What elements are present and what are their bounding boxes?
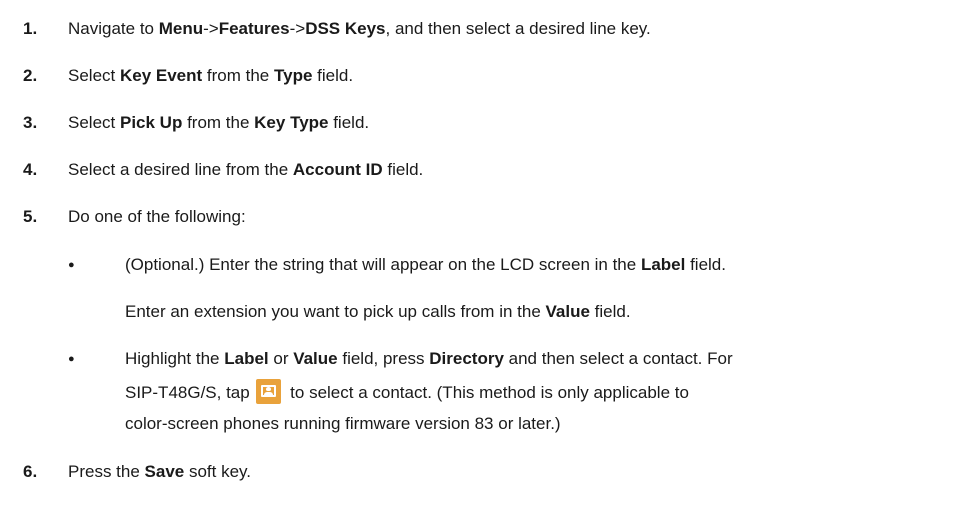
- text-run: and then select a contact. For: [503, 349, 733, 368]
- bullet-text-line: color-screen phones running firmware ver…: [125, 414, 561, 433]
- bold-term: Directory: [429, 349, 504, 368]
- bold-term: Label: [640, 255, 686, 274]
- path-separator: ->: [289, 19, 306, 38]
- bold-term: Value: [545, 302, 590, 321]
- step-number: 4.: [23, 160, 38, 179]
- path-separator: ->: [203, 19, 219, 38]
- text-run: Select: [68, 113, 120, 132]
- bullet-text-line: SIP-T48G/S, tap to select a contact. (Th…: [125, 379, 689, 405]
- text-run: from the: [202, 66, 274, 85]
- bold-term: Save: [144, 462, 185, 481]
- bullet-dot-icon: ●: [68, 353, 75, 365]
- menu-path-menu: Menu: [158, 19, 204, 38]
- text-run: or: [268, 349, 294, 368]
- menu-path-features: Features: [218, 19, 290, 38]
- bullet-text-line: (Optional.) Enter the string that will a…: [125, 253, 726, 277]
- bold-term: Type: [274, 66, 313, 85]
- step-text: Press the Save soft key.: [68, 460, 251, 484]
- document-page: 1. Navigate to Menu->Features->DSS Keys,…: [0, 0, 979, 520]
- menu-path-dss-keys: DSS Keys: [305, 19, 386, 38]
- text-run: to select a contact. (This method is onl…: [285, 383, 689, 402]
- text-run: Press the: [68, 462, 145, 481]
- bullet-text-line: Highlight the Label or Value field, pres…: [125, 347, 733, 371]
- step-number: 3.: [23, 113, 38, 132]
- text-run: Highlight the: [125, 349, 225, 368]
- step-text: Navigate to Menu->Features->DSS Keys, an…: [68, 17, 651, 41]
- bullet-text-line: Enter an extension you want to pick up c…: [125, 300, 631, 324]
- step-number: 2.: [23, 66, 38, 85]
- step-text: Do one of the following:: [68, 207, 246, 226]
- step-text: Select Key Event from the Type field.: [68, 64, 353, 88]
- bold-term: Key Type: [254, 113, 329, 132]
- bullet-dot-icon: ●: [68, 259, 75, 271]
- step-number: 5.: [23, 207, 38, 226]
- text-run: field.: [382, 160, 424, 179]
- step-number: 1.: [23, 19, 38, 38]
- step-number: 6.: [23, 462, 38, 481]
- step-text: Select a desired line from the Account I…: [68, 158, 423, 182]
- text-run: field, press: [337, 349, 430, 368]
- text-run: Enter an extension you want to pick up c…: [125, 302, 546, 321]
- text-run: Select: [68, 66, 120, 85]
- text-run: , and then select a desired line key.: [385, 19, 651, 38]
- bold-term: Value: [293, 349, 338, 368]
- text-run: field.: [589, 302, 631, 321]
- text-run: Navigate to: [68, 19, 159, 38]
- bold-term: Label: [224, 349, 269, 368]
- text-run: soft key.: [184, 462, 252, 481]
- text-run: from the: [182, 113, 255, 132]
- text-run: (Optional.) Enter the string that will a…: [125, 255, 641, 274]
- text-run: SIP-T48G/S, tap: [125, 383, 255, 402]
- bold-term: Pick Up: [119, 113, 183, 132]
- text-run: Select a desired line from the: [68, 160, 293, 179]
- bold-term: Key Event: [119, 66, 203, 85]
- text-run: field.: [685, 255, 726, 274]
- text-run: field.: [328, 113, 370, 132]
- bold-term: Account ID: [292, 160, 383, 179]
- contacts-icon: [256, 379, 282, 404]
- step-text: Select Pick Up from the Key Type field.: [68, 111, 369, 135]
- text-run: field.: [312, 66, 354, 85]
